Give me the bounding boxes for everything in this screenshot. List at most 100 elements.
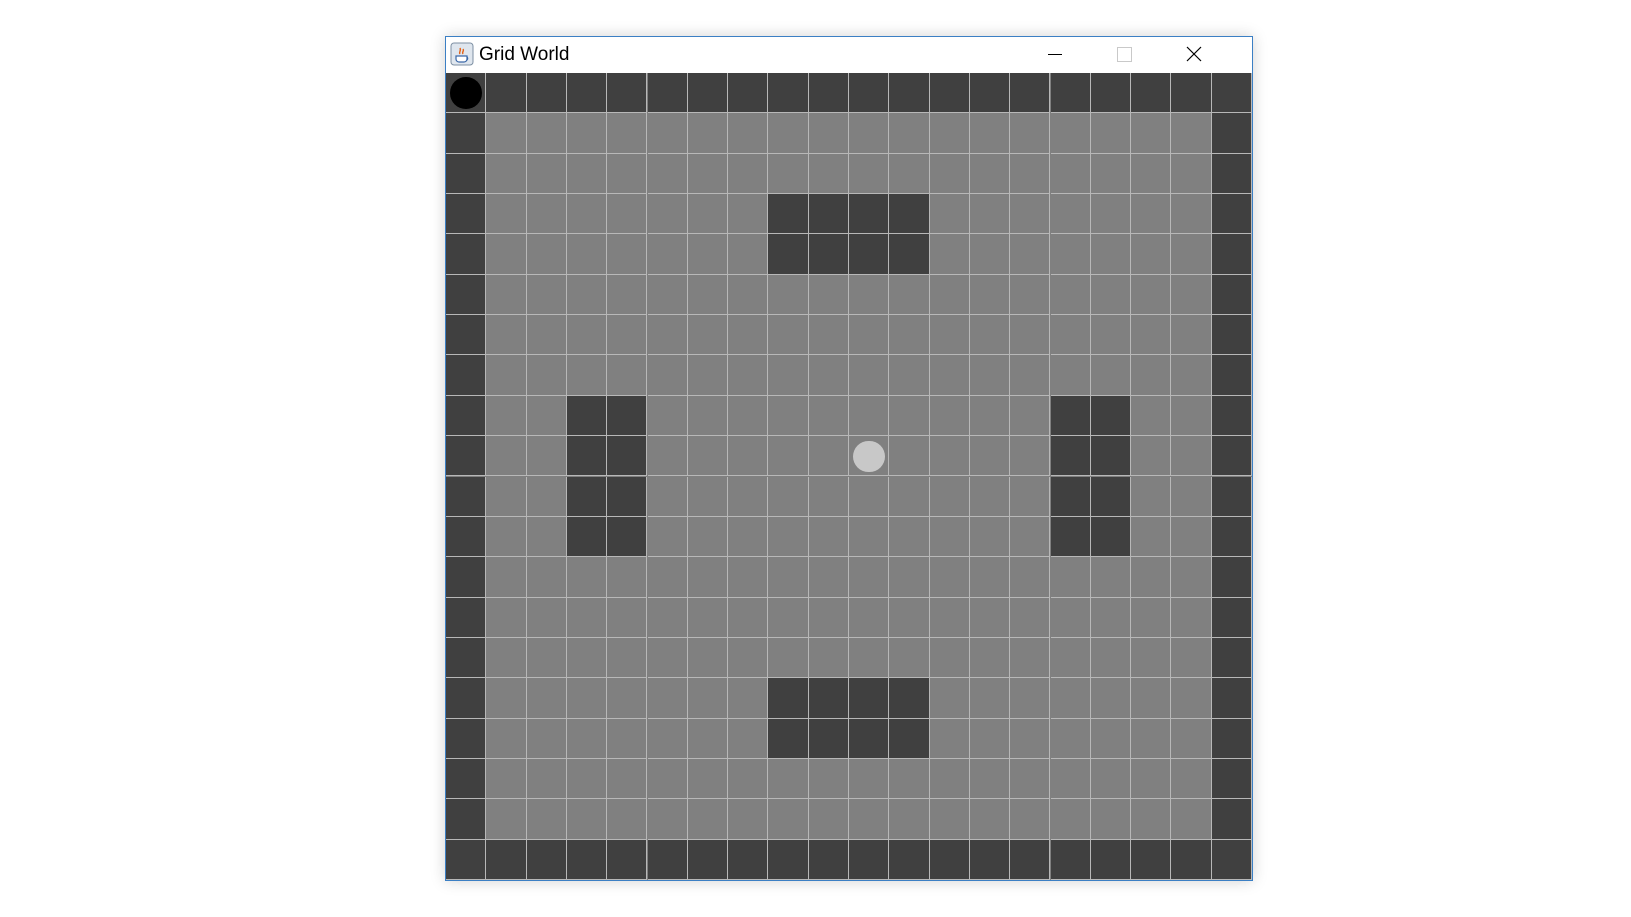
grid-cell[interactable] [768, 153, 809, 195]
grid-cell[interactable] [526, 637, 567, 679]
grid-cell[interactable] [486, 516, 527, 558]
grid-cell[interactable] [728, 597, 769, 638]
grid-cell[interactable] [1050, 194, 1091, 235]
grid-cell[interactable] [566, 799, 608, 840]
wall-cell[interactable] [889, 678, 930, 719]
grid-cell[interactable] [929, 758, 970, 800]
grid-cell[interactable] [969, 153, 1011, 195]
grid-cell[interactable] [486, 637, 527, 679]
wall-cell[interactable] [728, 73, 769, 114]
grid-cell[interactable] [647, 194, 688, 235]
wall-cell[interactable] [1050, 839, 1091, 880]
grid-cell[interactable] [1171, 758, 1212, 800]
grid-cell[interactable] [929, 557, 970, 598]
grid-cell[interactable] [1050, 637, 1091, 679]
grid-cell[interactable] [969, 637, 1011, 679]
grid-cell[interactable] [687, 194, 729, 235]
wall-cell[interactable] [808, 73, 849, 114]
wall-cell[interactable] [1211, 194, 1252, 235]
wall-cell[interactable] [446, 113, 487, 154]
grid-cell[interactable] [768, 476, 809, 517]
grid-cell[interactable] [969, 395, 1011, 437]
grid-cell[interactable] [808, 799, 849, 840]
grid-cell[interactable] [1171, 799, 1212, 840]
wall-cell[interactable] [607, 476, 648, 517]
wall-cell[interactable] [446, 315, 487, 356]
grid-cell[interactable] [889, 274, 930, 316]
grid-cell[interactable] [1010, 355, 1051, 396]
wall-cell[interactable] [1211, 597, 1252, 638]
grid-cell[interactable] [1131, 799, 1172, 840]
wall-cell[interactable] [808, 234, 849, 275]
grid-cell[interactable] [687, 637, 729, 679]
grid-cell[interactable] [969, 315, 1011, 356]
grid-cell[interactable] [929, 799, 970, 840]
grid-cell[interactable] [526, 355, 567, 396]
grid-cell[interactable] [647, 113, 688, 154]
grid-cell[interactable] [768, 113, 809, 154]
grid-cell[interactable] [647, 678, 688, 719]
wall-cell[interactable] [446, 758, 487, 800]
grid-cell[interactable] [1090, 194, 1132, 235]
grid-cell[interactable] [728, 153, 769, 195]
grid-cell[interactable] [607, 799, 648, 840]
wall-cell[interactable] [446, 355, 487, 396]
wall-cell[interactable] [446, 436, 487, 477]
wall-cell[interactable] [1050, 476, 1091, 517]
wall-cell[interactable] [768, 73, 809, 114]
grid-cell[interactable] [607, 637, 648, 679]
grid-cell[interactable] [1050, 274, 1091, 316]
wall-cell[interactable] [526, 73, 567, 114]
grid-cell[interactable] [1131, 557, 1172, 598]
grid-cell[interactable] [687, 113, 729, 154]
grid-cell[interactable] [768, 758, 809, 800]
wall-cell[interactable] [728, 839, 769, 880]
wall-cell[interactable] [1211, 436, 1252, 477]
grid-cell[interactable] [1131, 355, 1172, 396]
grid-cell[interactable] [647, 718, 688, 759]
wall-cell[interactable] [849, 194, 890, 235]
grid-cell[interactable] [1171, 678, 1212, 719]
wall-cell[interactable] [1211, 395, 1252, 437]
grid-cell[interactable] [929, 355, 970, 396]
wall-cell[interactable] [446, 516, 487, 558]
wall-cell[interactable] [1131, 73, 1172, 114]
grid-cell[interactable] [607, 678, 648, 719]
wall-cell[interactable] [808, 839, 849, 880]
grid-cell[interactable] [1131, 113, 1172, 154]
close-button[interactable] [1159, 37, 1229, 73]
wall-cell[interactable] [687, 73, 729, 114]
wall-cell[interactable] [446, 637, 487, 679]
grid-cell[interactable] [1010, 597, 1051, 638]
wall-cell[interactable] [1090, 436, 1132, 477]
wall-cell[interactable] [566, 436, 608, 477]
wall-cell[interactable] [849, 718, 890, 759]
grid-cell[interactable] [1050, 315, 1091, 356]
grid-cell[interactable] [969, 113, 1011, 154]
grid-cell[interactable] [1050, 234, 1091, 275]
grid-cell[interactable] [647, 557, 688, 598]
grid-cell[interactable] [1171, 516, 1212, 558]
grid-cell[interactable] [486, 274, 527, 316]
grid-cell[interactable] [889, 315, 930, 356]
grid-cell[interactable] [808, 355, 849, 396]
wall-cell[interactable] [1211, 274, 1252, 316]
grid-cell[interactable] [929, 718, 970, 759]
grid-cell[interactable] [1010, 315, 1051, 356]
grid-cell[interactable] [969, 274, 1011, 316]
grid-cell[interactable] [1010, 234, 1051, 275]
grid-cell[interactable] [566, 678, 608, 719]
grid-cell[interactable] [687, 436, 729, 477]
grid-cell[interactable] [647, 355, 688, 396]
grid-cell[interactable] [687, 799, 729, 840]
wall-cell[interactable] [768, 839, 809, 880]
grid-cell[interactable] [1171, 315, 1212, 356]
grid-cell[interactable] [1171, 274, 1212, 316]
grid-cell[interactable] [1171, 194, 1212, 235]
grid-cell[interactable] [849, 516, 890, 558]
grid-cell[interactable] [929, 274, 970, 316]
grid-cell[interactable] [1131, 234, 1172, 275]
grid-cell[interactable] [687, 315, 729, 356]
wall-cell[interactable] [1090, 516, 1132, 558]
wall-cell[interactable] [849, 839, 890, 880]
